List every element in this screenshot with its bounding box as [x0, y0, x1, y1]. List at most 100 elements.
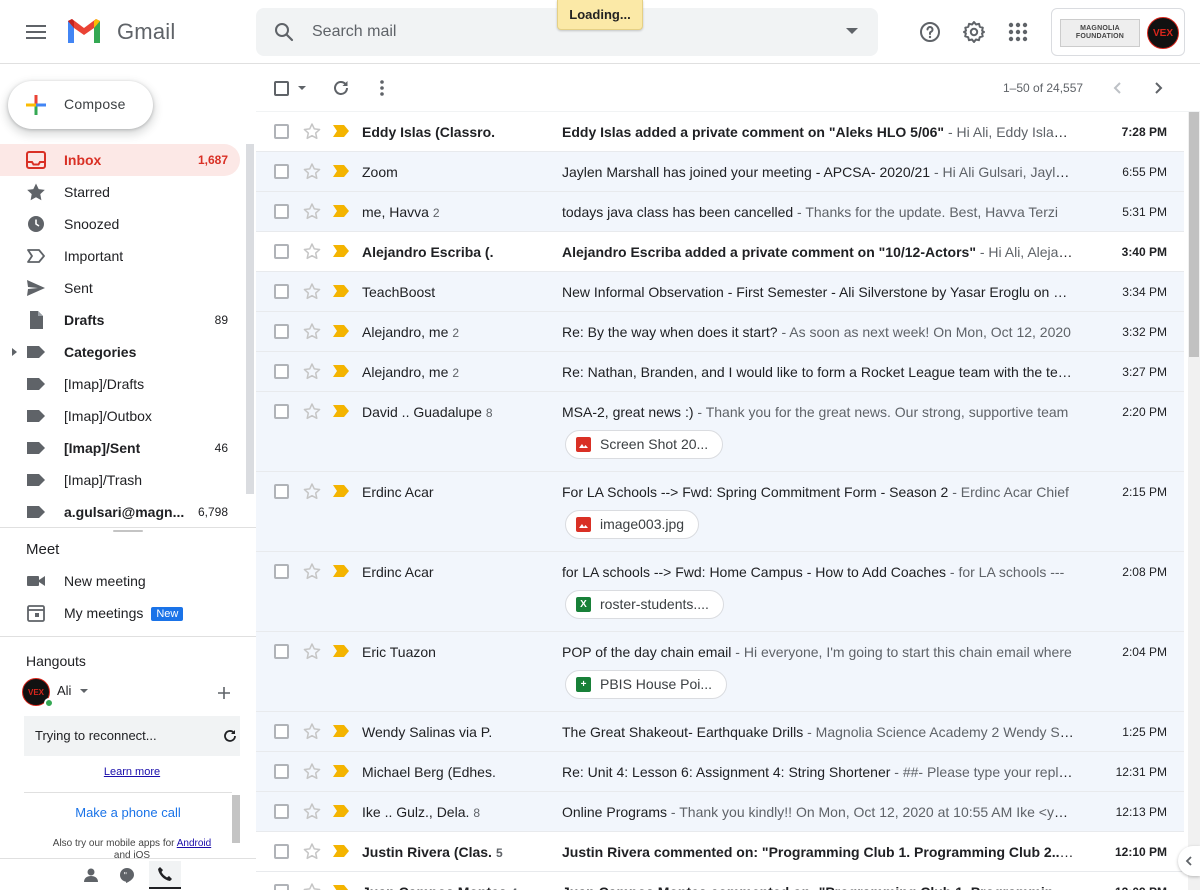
- select-dropdown-icon[interactable]: [298, 86, 306, 90]
- star-icon[interactable]: [302, 122, 322, 142]
- row-checkbox[interactable]: [274, 884, 289, 890]
- star-icon[interactable]: [302, 882, 322, 890]
- important-marker-icon[interactable]: [333, 565, 349, 577]
- important-marker-icon[interactable]: [333, 205, 349, 217]
- email-row[interactable]: David .. Guadalupe 8 MSA-2, great news :) …: [256, 392, 1184, 472]
- add-chat-icon[interactable]: [216, 685, 232, 701]
- email-row[interactable]: Erdinc Acar For LA Schools --> Fwd: Sprin…: [256, 472, 1184, 552]
- email-row[interactable]: Alejandro, me 2 Re: Nathan, Branden, and I…: [256, 352, 1184, 392]
- main-menu-button[interactable]: [16, 12, 56, 52]
- more-options-icon[interactable]: [374, 79, 390, 97]
- row-checkbox[interactable]: [274, 284, 289, 299]
- email-row[interactable]: TeachBoost New Informal Observation - Fir…: [256, 272, 1184, 312]
- nav-item-imap-sent[interactable]: [Imap]/Sent 46: [0, 432, 240, 464]
- email-row[interactable]: Justin Rivera (Clas. 5 Justin Rivera comme…: [256, 832, 1184, 872]
- email-row[interactable]: Alejandro Escriba (. Alejandro Escriba ad…: [256, 232, 1184, 272]
- important-marker-icon[interactable]: [333, 405, 349, 417]
- main-scrollbar[interactable]: [1188, 112, 1200, 890]
- scrollbar-thumb[interactable]: [1189, 112, 1199, 357]
- nav-item-account-label[interactable]: a.gulsari@magn... 6,798: [0, 496, 240, 528]
- star-icon[interactable]: [302, 722, 322, 742]
- important-marker-icon[interactable]: [333, 805, 349, 817]
- star-icon[interactable]: [302, 402, 322, 422]
- conversations-tab[interactable]: ": [115, 863, 139, 887]
- email-row[interactable]: Eddy Islas (Classro. Eddy Islas added a p…: [256, 112, 1184, 152]
- learn-more-link[interactable]: Learn more: [24, 766, 240, 778]
- row-checkbox[interactable]: [274, 124, 289, 139]
- important-marker-icon[interactable]: [333, 165, 349, 177]
- row-checkbox[interactable]: [274, 364, 289, 379]
- hangouts-user[interactable]: Ali: [57, 683, 89, 698]
- contacts-tab[interactable]: [79, 863, 103, 887]
- new-meeting-button[interactable]: New meeting: [0, 565, 240, 597]
- important-marker-icon[interactable]: [333, 645, 349, 657]
- android-link[interactable]: Android: [177, 838, 211, 849]
- important-marker-icon[interactable]: [333, 245, 349, 257]
- account-avatar[interactable]: VEX: [1147, 17, 1179, 49]
- important-marker-icon[interactable]: [333, 725, 349, 737]
- email-row[interactable]: me, Havva 2 todays java class has been can…: [256, 192, 1184, 232]
- star-icon[interactable]: [302, 362, 322, 382]
- row-checkbox[interactable]: [274, 764, 289, 779]
- expand-arrow-icon[interactable]: [12, 348, 17, 356]
- make-phone-call-link[interactable]: Make a phone call: [24, 792, 232, 836]
- nav-item-inbox[interactable]: Inbox 1,687: [0, 144, 240, 176]
- help-button[interactable]: [910, 12, 950, 52]
- apps-button[interactable]: [998, 12, 1038, 52]
- important-marker-icon[interactable]: [333, 325, 349, 337]
- email-row[interactable]: Wendy Salinas via P. The Great Shakeout- …: [256, 712, 1184, 752]
- email-row[interactable]: Michael Berg (Edhes. Re: Unit 4: Lesson 6…: [256, 752, 1184, 792]
- star-icon[interactable]: [302, 642, 322, 662]
- star-icon[interactable]: [302, 282, 322, 302]
- side-panel-toggle[interactable]: [1178, 846, 1200, 876]
- search-options-icon[interactable]: [846, 28, 858, 34]
- nav-item-important[interactable]: Important: [0, 240, 240, 272]
- email-row[interactable]: Juan Campos Montes 4 Juan Campos Montes co…: [256, 872, 1184, 890]
- nav-item-categories[interactable]: Categories: [0, 336, 240, 368]
- older-page-icon[interactable]: [1151, 80, 1165, 96]
- star-icon[interactable]: [302, 162, 322, 182]
- important-marker-icon[interactable]: [333, 125, 349, 137]
- important-marker-icon[interactable]: [333, 365, 349, 377]
- row-checkbox[interactable]: [274, 324, 289, 339]
- attachment-chip[interactable]: image003.jpg: [565, 510, 700, 539]
- email-row[interactable]: Eric Tuazon POP of the day chain email - …: [256, 632, 1184, 712]
- row-checkbox[interactable]: [274, 204, 289, 219]
- row-checkbox[interactable]: [274, 244, 289, 259]
- settings-button[interactable]: [954, 12, 994, 52]
- email-row[interactable]: Ike .. Gulz., Dela. 8 Online Programs - Th…: [256, 792, 1184, 832]
- row-checkbox[interactable]: [274, 724, 289, 739]
- nav-item-imap-drafts[interactable]: [Imap]/Drafts: [0, 368, 240, 400]
- row-checkbox[interactable]: [274, 164, 289, 179]
- nav-item-snoozed[interactable]: Snoozed: [0, 208, 240, 240]
- refresh-icon[interactable]: [332, 79, 350, 97]
- refresh-icon[interactable]: [222, 728, 238, 744]
- hangouts-scrollbar[interactable]: [232, 795, 240, 843]
- attachment-chip[interactable]: Xroster-students....: [565, 590, 724, 619]
- nav-item-imap-trash[interactable]: [Imap]/Trash: [0, 464, 240, 496]
- email-row[interactable]: Alejandro, me 2 Re: By the way when does i…: [256, 312, 1184, 352]
- gmail-wordmark[interactable]: Gmail: [117, 19, 175, 45]
- email-row[interactable]: Erdinc Acar for LA schools --> Fwd: Home …: [256, 552, 1184, 632]
- star-icon[interactable]: [302, 762, 322, 782]
- email-row[interactable]: Zoom Jaylen Marshall has joined your meet…: [256, 152, 1184, 192]
- star-icon[interactable]: [302, 562, 322, 582]
- newer-page-icon[interactable]: [1111, 80, 1125, 96]
- row-checkbox[interactable]: [274, 644, 289, 659]
- attachment-chip[interactable]: Screen Shot 20...: [565, 430, 724, 459]
- attachment-chip[interactable]: + PBIS House Poi...: [565, 670, 728, 699]
- nav-item-sent[interactable]: Sent: [0, 272, 240, 304]
- star-icon[interactable]: [302, 842, 322, 862]
- important-marker-icon[interactable]: [333, 885, 349, 890]
- resize-handle[interactable]: [113, 530, 143, 532]
- nav-item-starred[interactable]: Starred: [0, 176, 240, 208]
- nav-item-imap-outbox[interactable]: [Imap]/Outbox: [0, 400, 240, 432]
- row-checkbox[interactable]: [274, 804, 289, 819]
- star-icon[interactable]: [302, 802, 322, 822]
- important-marker-icon[interactable]: [333, 285, 349, 297]
- star-icon[interactable]: [302, 202, 322, 222]
- nav-scrollbar[interactable]: [246, 144, 254, 494]
- important-marker-icon[interactable]: [333, 765, 349, 777]
- row-checkbox[interactable]: [274, 484, 289, 499]
- compose-button[interactable]: Compose: [8, 81, 153, 129]
